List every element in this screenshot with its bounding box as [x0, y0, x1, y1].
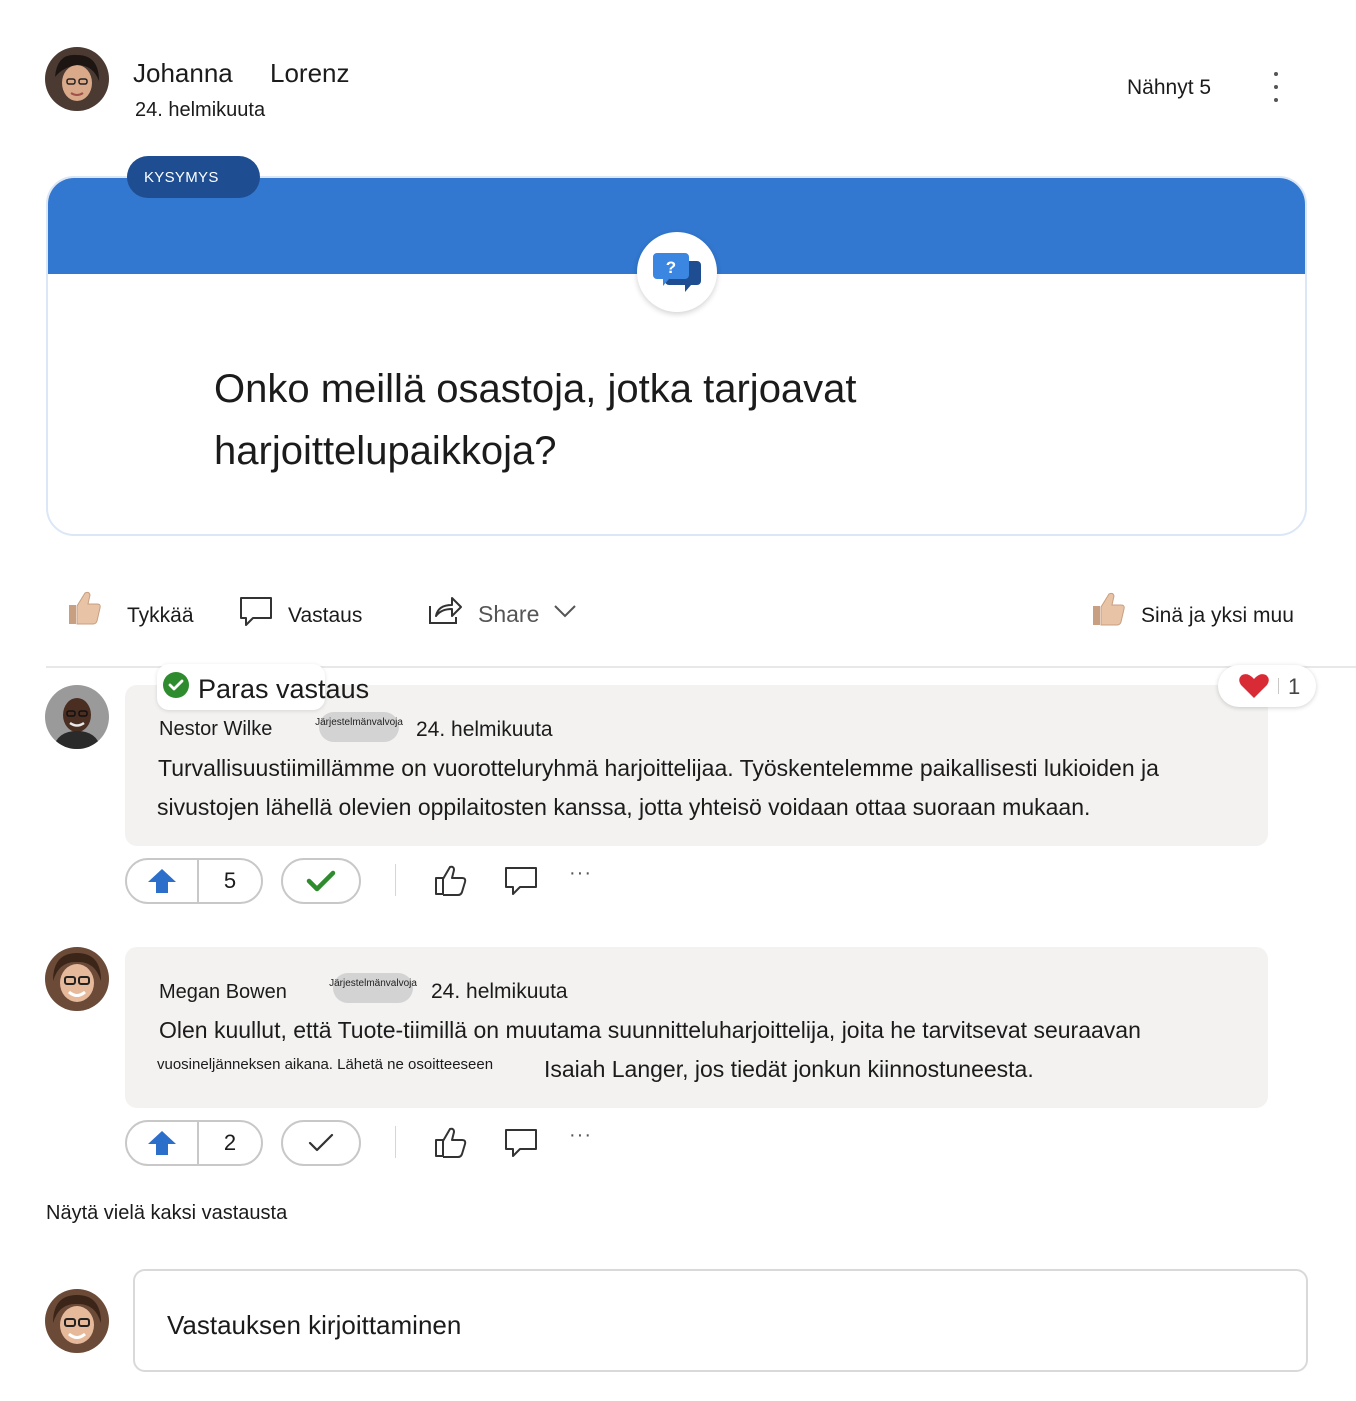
role-badge: Järjestelmänvalvoja — [329, 973, 417, 1003]
best-answer-label: Paras vastaus — [198, 674, 370, 704]
share-icon[interactable] — [427, 594, 463, 626]
mark-best-button[interactable] — [281, 1120, 361, 1166]
more-vertical-icon[interactable] — [1262, 70, 1290, 104]
answer-text-line-1: Turvallisuustiimillämme on vuorotteluryh… — [158, 755, 1159, 781]
upvote-arrow-icon[interactable] — [147, 868, 177, 894]
reaction-separator — [1278, 678, 1279, 694]
liked-by-label[interactable]: Sinä ja yksi muu — [1141, 604, 1294, 628]
role-badge: Järjestelmänvalvoja — [315, 712, 403, 742]
seen-count[interactable]: Nähnyt 5 — [1127, 76, 1211, 100]
check-circle-icon — [163, 672, 189, 698]
chevron-down-icon[interactable] — [553, 603, 577, 619]
answer-avatar-megan[interactable] — [45, 947, 109, 1011]
separator — [395, 864, 396, 896]
more-horizontal-icon[interactable]: ··· — [569, 1124, 592, 1147]
author-avatar[interactable] — [45, 47, 109, 111]
more-horizontal-icon[interactable]: ··· — [569, 862, 592, 885]
answer-date: 24. helmikuuta — [416, 718, 553, 741]
checkmark-icon[interactable] — [306, 1131, 336, 1155]
like-outline-icon[interactable] — [433, 1126, 469, 1158]
reply-label[interactable]: Vastaus — [288, 604, 362, 628]
mark-best-button[interactable] — [281, 858, 361, 904]
author-last-name[interactable]: Lorenz — [270, 58, 350, 89]
heart-count: 1 — [1288, 674, 1301, 699]
vote-control: 2 — [125, 1120, 263, 1166]
answer-date: 24. helmikuuta — [431, 980, 568, 1003]
show-more-replies-link[interactable]: Näytä vielä kaksi vastausta — [46, 1202, 287, 1225]
answer-text-line-2: sivustojen lähellä olevien oppilaitosten… — [157, 794, 1091, 820]
upvote-button[interactable] — [127, 860, 197, 902]
like-outline-icon[interactable] — [433, 864, 469, 896]
comment-icon[interactable] — [504, 866, 538, 896]
comment-icon[interactable] — [504, 1128, 538, 1158]
author-first-name[interactable]: Johanna — [133, 58, 233, 89]
question-card — [46, 176, 1307, 536]
upvote-arrow-icon[interactable] — [147, 1130, 177, 1156]
answer-avatar-nestor[interactable] — [45, 685, 109, 749]
post-date: 24. helmikuuta — [135, 99, 266, 121]
reply-placeholder: Vastauksen kirjoittaminen — [167, 1310, 462, 1340]
separator — [395, 1126, 396, 1158]
answer-author[interactable]: Megan Bowen — [159, 981, 287, 1004]
question-chat-icon: ? — [637, 232, 717, 312]
answer-text-line-1: Olen kuullut, että Tuote-tiimillä on muu… — [159, 1017, 1141, 1043]
heart-icon[interactable] — [1238, 673, 1270, 699]
answer-text-line-2b: Isaiah Langer, jos tiedät jonkun kiinnos… — [544, 1056, 1034, 1082]
comment-icon[interactable] — [239, 596, 273, 628]
like-label[interactable]: Tykkää — [127, 604, 194, 628]
question-text: Onko meillä osastoja, jotka tarjoavat ha… — [214, 367, 857, 473]
vote-count: 2 — [223, 1130, 237, 1155]
vote-count: 5 — [223, 868, 237, 893]
svg-text:?: ? — [666, 258, 676, 277]
upvote-button[interactable] — [127, 1122, 197, 1164]
checkmark-icon[interactable] — [306, 869, 336, 893]
current-user-avatar — [45, 1289, 109, 1353]
liked-thumbs-up-icon — [1093, 592, 1125, 626]
share-label[interactable]: Share — [478, 601, 539, 628]
vote-control: 5 — [125, 858, 263, 904]
answer-author[interactable]: Nestor Wilke — [159, 718, 272, 741]
question-tag: KYSYMYS — [127, 156, 260, 198]
answer-text-line-2a: vuosineljänneksen aikana. Lähetä ne osoi… — [157, 1056, 494, 1073]
thumbs-up-icon[interactable] — [66, 589, 102, 627]
